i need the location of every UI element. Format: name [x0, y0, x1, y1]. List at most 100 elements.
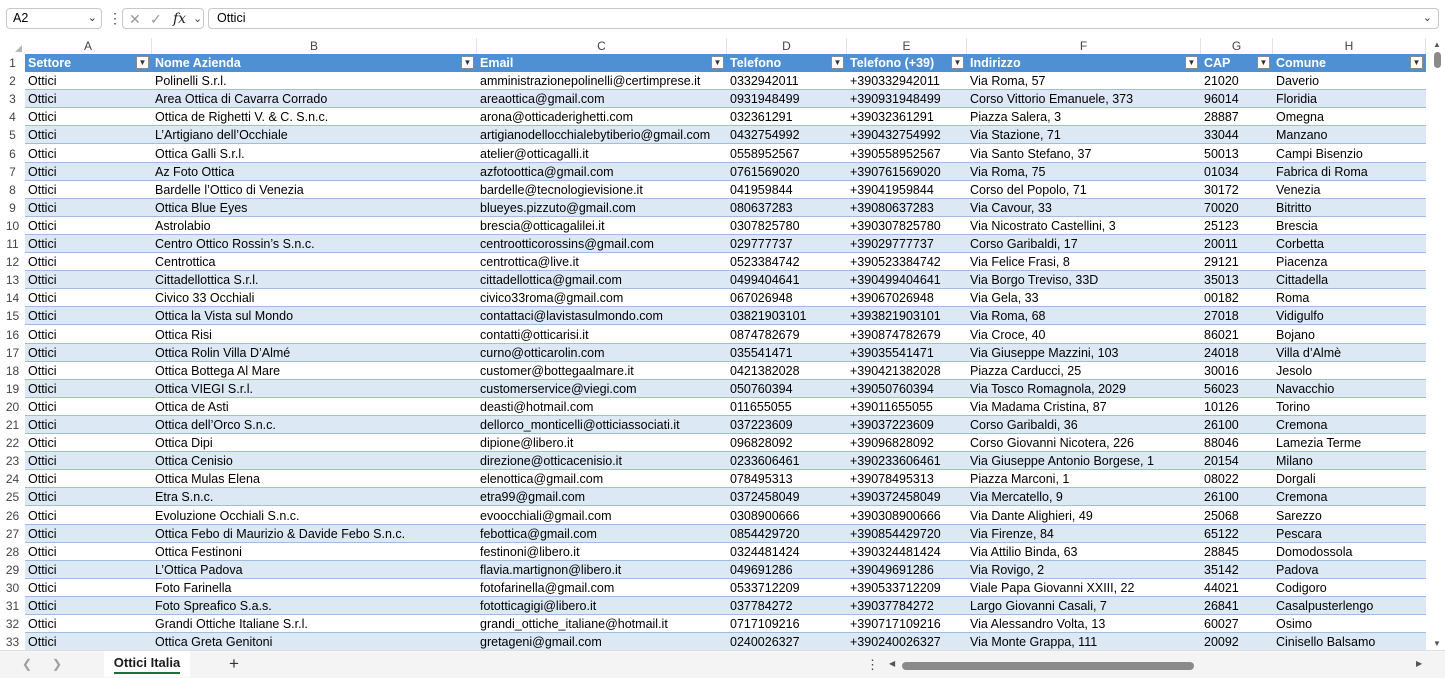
table-cell[interactable]: Ottica Blue Eyes [152, 199, 477, 216]
table-cell[interactable]: 067026948 [727, 289, 847, 306]
table-cell[interactable]: amministrazionepolinelli@certimprese.it [477, 72, 727, 89]
chevron-right-icon[interactable]: ❯ [52, 657, 62, 671]
table-cell[interactable]: Via Giuseppe Mazzini, 103 [967, 344, 1201, 361]
table-cell[interactable]: +390931948499 [847, 90, 967, 107]
row-number[interactable]: 18 [0, 361, 25, 380]
table-cell[interactable]: Centro Ottico Rossin’s S.n.c. [152, 235, 477, 252]
table-cell[interactable]: +39096828092 [847, 434, 967, 451]
table-cell[interactable]: Navacchio [1273, 380, 1426, 397]
row-number[interactable]: 20 [0, 397, 25, 416]
table-cell[interactable]: Piazza Marconi, 1 [967, 470, 1201, 487]
table-cell[interactable]: 28845 [1201, 543, 1273, 560]
more-options-icon[interactable]: ⋮ [108, 9, 122, 27]
table-cell[interactable]: 88046 [1201, 434, 1273, 451]
table-cell[interactable]: +390324481424 [847, 543, 967, 560]
table-cell[interactable]: +390432754992 [847, 126, 967, 143]
header-cell[interactable]: Email [477, 54, 727, 72]
table-cell[interactable]: direzione@otticacenisio.it [477, 452, 727, 469]
table-cell[interactable]: 25123 [1201, 217, 1273, 234]
table-cell[interactable]: 20011 [1201, 235, 1273, 252]
table-cell[interactable]: 011655055 [727, 398, 847, 415]
row-number[interactable]: 6 [0, 144, 25, 163]
table-cell[interactable]: Corbetta [1273, 235, 1426, 252]
table-cell[interactable]: Ottici [25, 488, 152, 505]
table-cell[interactable]: Ottici [25, 235, 152, 252]
table-cell[interactable]: civico33roma@gmail.com [477, 289, 727, 306]
expand-formula-icon[interactable]: ⌄ [1423, 9, 1432, 28]
table-cell[interactable]: 96014 [1201, 90, 1273, 107]
table-cell[interactable]: Campi Bisenzio [1273, 145, 1426, 162]
row-number[interactable]: 15 [0, 307, 25, 326]
table-cell[interactable]: Cittadella [1273, 271, 1426, 288]
column-header-a[interactable]: A [25, 38, 152, 54]
table-cell[interactable]: Venezia [1273, 181, 1426, 198]
table-cell[interactable]: Ottica Galli S.r.l. [152, 145, 477, 162]
table-cell[interactable]: +39037223609 [847, 416, 967, 433]
filter-dropdown-icon[interactable]: ▼ [136, 56, 149, 69]
row-number[interactable]: 25 [0, 488, 25, 507]
table-cell[interactable]: Corso Giovanni Nicotera, 226 [967, 434, 1201, 451]
vertical-scroll-thumb[interactable] [1434, 52, 1441, 68]
table-cell[interactable]: Domodossola [1273, 543, 1426, 560]
table-cell[interactable]: +390874782679 [847, 326, 967, 343]
table-cell[interactable]: 049691286 [727, 561, 847, 578]
table-cell[interactable]: 26841 [1201, 597, 1273, 614]
table-cell[interactable]: +390854429720 [847, 525, 967, 542]
chevron-down-icon[interactable]: ⌄ [88, 9, 97, 28]
table-cell[interactable]: Cremona [1273, 488, 1426, 505]
table-cell[interactable]: 65122 [1201, 525, 1273, 542]
table-cell[interactable]: blueyes.pizzuto@gmail.com [477, 199, 727, 216]
table-cell[interactable]: 0931948499 [727, 90, 847, 107]
table-cell[interactable]: 037784272 [727, 597, 847, 614]
column-header-c[interactable]: C [477, 38, 727, 54]
table-cell[interactable]: Corso Garibaldi, 17 [967, 235, 1201, 252]
table-cell[interactable]: Ottici [25, 470, 152, 487]
vertical-scrollbar[interactable]: ▲ ▼ [1430, 38, 1445, 650]
table-cell[interactable]: Ottici [25, 326, 152, 343]
table-cell[interactable]: Ottici [25, 507, 152, 524]
table-cell[interactable]: Dorgali [1273, 470, 1426, 487]
column-header-b[interactable]: B [152, 38, 477, 54]
table-cell[interactable]: Ottici [25, 181, 152, 198]
table-cell[interactable]: Ottici [25, 398, 152, 415]
table-cell[interactable]: 08022 [1201, 470, 1273, 487]
table-cell[interactable]: 35142 [1201, 561, 1273, 578]
row-number[interactable]: 13 [0, 271, 25, 290]
table-cell[interactable]: 0558952567 [727, 145, 847, 162]
close-icon[interactable]: ✕ [129, 10, 141, 28]
table-cell[interactable]: 30016 [1201, 362, 1273, 379]
table-cell[interactable]: Ottici [25, 217, 152, 234]
formula-input[interactable]: Ottici ⌄ [208, 8, 1439, 29]
table-cell[interactable]: 44021 [1201, 579, 1273, 596]
table-cell[interactable]: 0874782679 [727, 326, 847, 343]
table-cell[interactable]: Piazza Salera, 3 [967, 108, 1201, 125]
table-cell[interactable]: 28887 [1201, 108, 1273, 125]
table-cell[interactable]: elenottica@gmail.com [477, 470, 727, 487]
table-cell[interactable]: +39032361291 [847, 108, 967, 125]
table-cell[interactable]: Torino [1273, 398, 1426, 415]
table-cell[interactable]: 0717109216 [727, 615, 847, 632]
table-cell[interactable]: dipione@libero.it [477, 434, 727, 451]
table-cell[interactable]: 20154 [1201, 452, 1273, 469]
table-cell[interactable]: +390307825780 [847, 217, 967, 234]
table-cell[interactable]: 0332942011 [727, 72, 847, 89]
table-cell[interactable]: Civico 33 Occhiali [152, 289, 477, 306]
table-cell[interactable]: 0308900666 [727, 507, 847, 524]
table-cell[interactable]: +39067026948 [847, 289, 967, 306]
table-cell[interactable]: +390558952567 [847, 145, 967, 162]
table-cell[interactable]: 27018 [1201, 307, 1273, 324]
table-cell[interactable]: Sarezzo [1273, 507, 1426, 524]
table-cell[interactable]: Corso Garibaldi, 36 [967, 416, 1201, 433]
table-cell[interactable]: Via Croce, 40 [967, 326, 1201, 343]
table-cell[interactable]: Osimo [1273, 615, 1426, 632]
table-cell[interactable]: Ottica de Asti [152, 398, 477, 415]
table-cell[interactable]: Cremona [1273, 416, 1426, 433]
table-cell[interactable]: 037223609 [727, 416, 847, 433]
table-cell[interactable]: Ottici [25, 271, 152, 288]
table-cell[interactable]: Evoluzione Occhiali S.n.c. [152, 507, 477, 524]
table-cell[interactable]: +390421382028 [847, 362, 967, 379]
row-number[interactable]: 5 [0, 126, 25, 145]
table-cell[interactable]: Cinisello Balsamo [1273, 633, 1426, 650]
table-cell[interactable]: Largo Giovanni Casali, 7 [967, 597, 1201, 614]
row-number[interactable]: 28 [0, 542, 25, 561]
